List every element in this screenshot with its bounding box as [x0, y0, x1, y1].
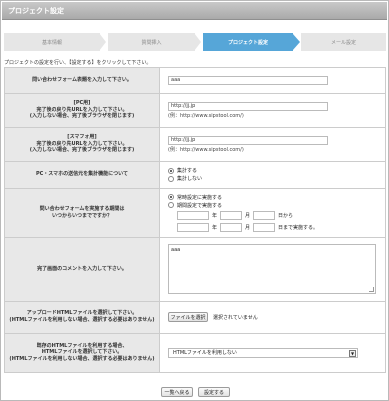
label-line: (入力しない場合、完了後ブラウザを閉じます)	[29, 147, 135, 154]
period-option-range[interactable]: 期間設定で実施する	[168, 201, 377, 209]
chevron-down-icon[interactable]: ▼	[349, 349, 356, 357]
end-year-input[interactable]	[177, 222, 209, 232]
footer-buttons: 一覧へ戻る 設定する	[1, 387, 389, 397]
window-title: プロジェクト設定	[8, 7, 64, 15]
step-project-settings[interactable]: プロジェクト設定	[203, 33, 293, 51]
radio-label: 集計しない	[177, 176, 203, 183]
use-html-label: 既存のHTMLファイルを利用する場合、 HTMLファイルを選択して下さい。 (H…	[4, 332, 160, 374]
label-line: (入力しない場合、完了後ブラウザを閉じます)	[29, 113, 135, 120]
year-unit: 年	[212, 224, 218, 231]
step-arrow	[292, 33, 300, 51]
step-label: プロジェクト設定	[227, 39, 268, 46]
end-day-input[interactable]	[253, 222, 276, 232]
radio-button[interactable]	[168, 194, 174, 201]
sp-url-label: [スマフォ用] 完了後の戻り先URLを入力して下さい。 (入力しない場合、完了後…	[4, 126, 160, 162]
row-upload-html: アップロードHTMLファイルを選択して下さい。 (HTMLファイルを利用しない場…	[4, 300, 386, 334]
month-unit: 月	[245, 224, 251, 231]
choose-file-button[interactable]: ファイルを選択	[168, 312, 208, 323]
sp-url-hint: (例：http://www.sipstool.com/)	[168, 146, 244, 153]
day-until-unit: 日まで実施する。	[278, 224, 319, 231]
start-date-row: 年 月 日から	[177, 209, 377, 221]
label-line: [スマフォ用]	[67, 133, 97, 140]
complete-comment-textarea[interactable]: aaa	[168, 244, 376, 295]
step-progress: 基本情報 質問挿入 プロジェクト設定 メール設定	[4, 33, 386, 51]
start-month-input[interactable]	[220, 210, 243, 220]
select-value: HTMLファイルを利用しない	[173, 350, 237, 357]
row-sp-url: [スマフォ用] 完了後の戻り先URLを入力して下さい。 (入力しない場合、完了後…	[4, 126, 386, 162]
settings-form: 問い合わせフォーム表題を入力して下さい。 aaa [PC用] 完了後の戻り先UR…	[4, 67, 386, 374]
step-label: 質問挿入	[141, 39, 162, 46]
end-date-row: 年 月 日まで実施する。	[177, 221, 377, 233]
file-picker: ファイルを選択 選択されていません	[168, 312, 377, 323]
form-title-input[interactable]: aaa	[168, 75, 328, 85]
step-label: 基本情報	[41, 39, 62, 46]
aggregate-option-no[interactable]: 集計しない	[168, 175, 377, 183]
file-status: 選択されていません	[213, 314, 258, 321]
complete-comment-label: 完了画面のコメントを入力して下さい。	[4, 237, 160, 302]
period-option-always[interactable]: 常時設定に実施する	[168, 193, 377, 201]
start-year-input[interactable]	[177, 210, 209, 220]
upload-html-label: アップロードHTMLファイルを選択して下さい。 (HTMLファイルを利用しない場…	[4, 300, 160, 334]
back-to-list-button[interactable]: 一覧へ戻る	[161, 387, 193, 397]
end-month-input[interactable]	[220, 222, 243, 232]
aggregate-option-yes[interactable]: 集計する	[168, 167, 377, 175]
label-line: (HTMLファイルを利用しない場合、選択する必要はありません)	[9, 356, 155, 363]
radio-button[interactable]	[168, 202, 174, 209]
row-use-html: 既存のHTMLファイルを利用する場合、 HTMLファイルを選択して下さい。 (H…	[4, 332, 386, 374]
radio-label: 常時設定に実施する	[177, 194, 223, 201]
step-mail-settings[interactable]: メール設定	[301, 33, 386, 51]
step-arrow	[194, 33, 201, 51]
period-label: 問い合わせフォームを実施する期間は いつからいつまでですか？	[4, 188, 160, 238]
instruction-text: プロジェクトの設定を行い、【設定する】をクリックして下さい。	[4, 60, 152, 66]
radio-label: 期間設定で実施する	[177, 202, 223, 209]
row-aggregate: PC・スマホの送信元を集計機能について 集計する 集計しない	[4, 160, 386, 190]
label-line: [PC用]	[73, 99, 91, 106]
step-label: メール設定	[330, 39, 356, 46]
step-question-insert[interactable]: 質問挿入	[108, 33, 195, 51]
label-line: (HTMLファイルを利用しない場合、選択する必要はありません)	[9, 317, 155, 324]
year-unit: 年	[212, 212, 218, 219]
aggregate-label: PC・スマホの送信元を集計機能について	[4, 160, 160, 190]
step-arrow	[99, 33, 106, 51]
window-titlebar: プロジェクト設定	[2, 2, 387, 20]
step-basic-info[interactable]: 基本情報	[4, 33, 100, 51]
radio-button[interactable]	[168, 175, 174, 182]
row-pc-url: [PC用] 完了後の戻り先URLを入力して下さい。 (入力しない場合、完了後ブラ…	[4, 92, 386, 128]
pc-url-input[interactable]: http://jj.jp	[168, 101, 328, 111]
resize-handle-icon[interactable]	[369, 287, 374, 293]
start-day-input[interactable]	[253, 210, 276, 220]
form-title-label: 問い合わせフォーム表題を入力して下さい。	[4, 67, 160, 94]
html-file-select[interactable]: HTMLファイルを利用しない ▼	[168, 347, 358, 358]
row-complete-comment: 完了画面のコメントを入力して下さい。 aaa	[4, 237, 386, 302]
submit-settings-button[interactable]: 設定する	[198, 387, 230, 397]
pc-url-hint: (例：http://www.sipstool.com/)	[168, 112, 244, 119]
radio-button[interactable]	[168, 167, 174, 174]
row-period: 問い合わせフォームを実施する期間は いつからいつまでですか？ 常時設定に実施する…	[4, 188, 386, 238]
pc-url-label: [PC用] 完了後の戻り先URLを入力して下さい。 (入力しない場合、完了後ブラ…	[4, 92, 160, 128]
month-unit: 月	[245, 212, 251, 219]
sp-url-input[interactable]: http://jj.jp	[168, 135, 328, 145]
settings-window: プロジェクト設定 基本情報 質問挿入 プロジェクト設定 メール設定 プロジェクト…	[0, 0, 389, 401]
day-from-unit: 日から	[278, 212, 294, 219]
label-line: いつからいつまでですか？	[51, 213, 112, 220]
row-form-title: 問い合わせフォーム表題を入力して下さい。 aaa	[4, 67, 386, 94]
radio-label: 集計する	[177, 168, 198, 175]
textarea-value: aaa	[171, 247, 181, 254]
